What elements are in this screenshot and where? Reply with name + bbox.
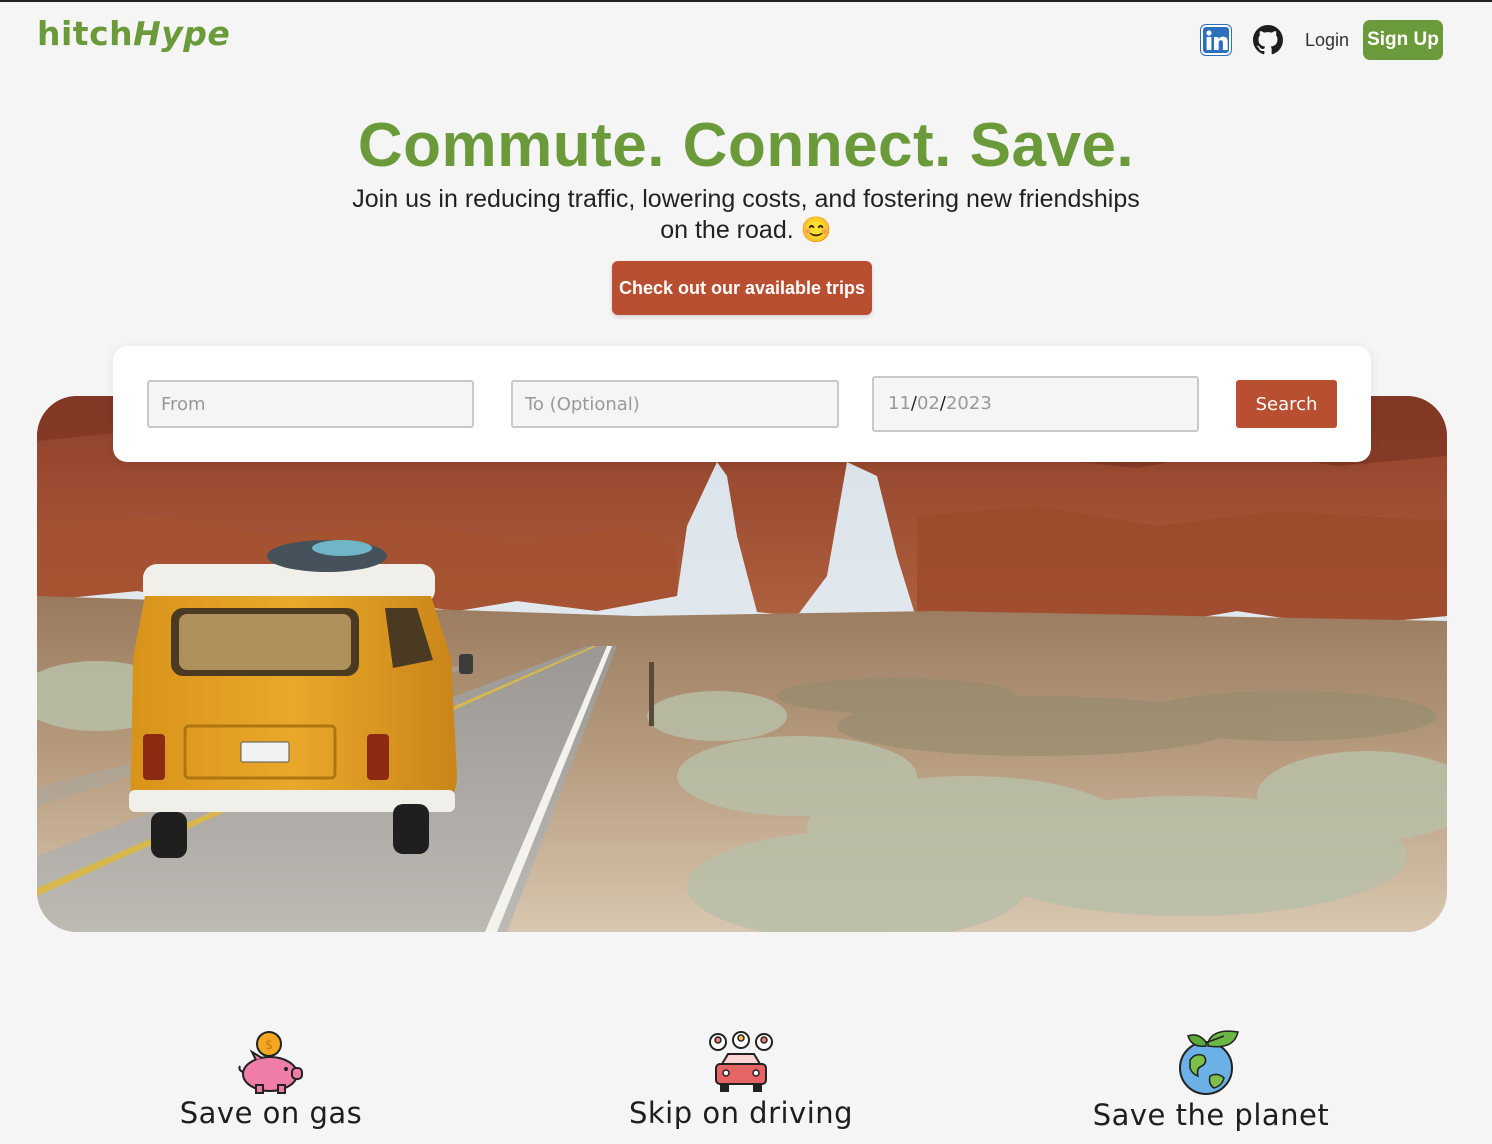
- svg-text:$: $: [265, 1038, 273, 1053]
- date-year: 2023: [945, 393, 992, 414]
- date-month: 11: [888, 393, 911, 414]
- logo-text-hype: Hype: [133, 14, 231, 53]
- signup-button[interactable]: Sign Up: [1363, 20, 1443, 60]
- from-input[interactable]: [147, 380, 474, 428]
- to-input[interactable]: [511, 380, 839, 428]
- available-trips-button[interactable]: Check out our available trips: [612, 261, 872, 315]
- feature-label: Save on gas: [179, 1096, 363, 1130]
- piggy-bank-icon: $: [238, 1031, 303, 1094]
- hero-title: Commute. Connect. Save.: [357, 111, 1135, 180]
- top-nav: Login Sign Up: [1199, 20, 1443, 60]
- login-link[interactable]: Login: [1305, 30, 1349, 51]
- logo[interactable]: hitchHype: [37, 14, 230, 53]
- carpool-icon: [709, 1031, 773, 1092]
- logo-text-hitch: hitch: [37, 14, 134, 53]
- feature-label: Skip on driving: [628, 1096, 854, 1130]
- search-button[interactable]: Search: [1236, 380, 1337, 428]
- github-icon[interactable]: [1251, 23, 1285, 57]
- linkedin-icon[interactable]: [1199, 23, 1233, 57]
- feature-save-the-planet: Save the planet: [1041, 1030, 1381, 1132]
- feature-skip-on-driving: Skip on driving: [571, 1030, 911, 1130]
- feature-save-on-gas: $ Save on gas: [101, 1030, 441, 1130]
- earth-icon: [1179, 1030, 1239, 1095]
- date-input[interactable]: 11/02/2023: [872, 376, 1199, 432]
- date-day: 02: [916, 393, 940, 414]
- feature-label: Save the planet: [1092, 1098, 1330, 1132]
- hero-subtitle: Join us in reducing traffic, lowering co…: [352, 185, 1140, 244]
- search-card: 11/02/2023 Search: [113, 346, 1371, 462]
- hero-photo: [37, 396, 1447, 932]
